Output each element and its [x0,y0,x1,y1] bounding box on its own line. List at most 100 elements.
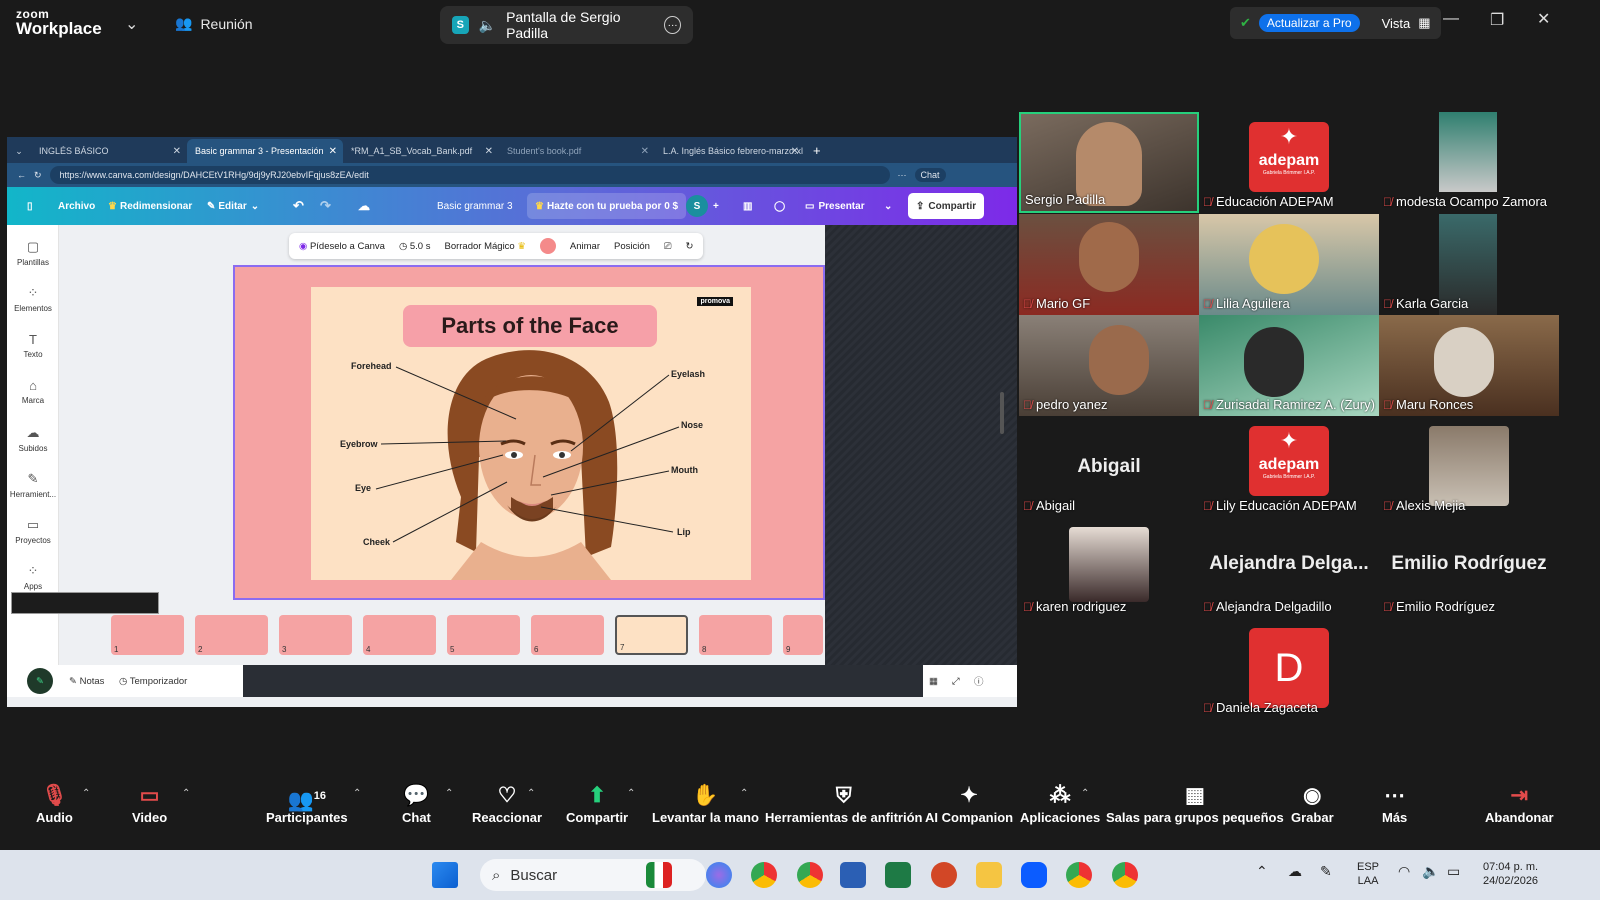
slide-thumbnail[interactable]: 1 [111,615,184,655]
rail-text[interactable]: T Texto [7,332,59,359]
more-options-icon[interactable]: ··· [664,16,681,34]
rail-tools[interactable]: ✎ Herramient... [7,471,59,499]
volume-icon[interactable]: 🔈 [1422,864,1439,878]
browser-tab[interactable]: L.A. Inglés Básico febrero-marzo.xl ✕ [655,139,805,163]
redo-icon[interactable]: ↷ [320,187,331,225]
restore-icon[interactable]: ❐ [1490,10,1504,30]
comment-icon[interactable]: ◯ [774,187,785,225]
folder-icon[interactable] [976,862,1002,888]
language-indicator[interactable]: ESP LAA [1357,860,1379,888]
participant-tile[interactable]: ✦ adepam Gabriela Brimmer I.A.P. 🎙̸ Educaci… [1199,112,1379,213]
minimize-icon[interactable]: — [1443,10,1459,28]
chat-button[interactable]: 💬 Chat [402,782,431,825]
browser-tab[interactable]: *RM_A1_SB_Vocab_Bank.pdf ✕ [343,139,499,163]
cloud-icon[interactable]: ☁ [358,187,370,225]
trial-button[interactable]: ♛ Hazte con tu prueba por 0 $ [527,193,687,219]
pen-icon[interactable]: ✎ [1320,864,1332,878]
slide-thumbnail[interactable]: 2 [195,615,268,655]
browser-tab[interactable]: INGLÉS BÁSICO ✕ [31,139,187,163]
share-button[interactable]: ⇪ Compartir [908,193,985,219]
reload-icon[interactable]: ↻ [34,170,42,181]
share-caret-icon[interactable]: ⌃ [627,788,635,799]
participant-tile[interactable]: 🎙̸ Maru Ronces [1379,315,1559,416]
notes-button[interactable]: ✎ Notas [69,676,104,687]
participant-tile[interactable]: 🎙̸ Lilia Aguilera [1199,214,1379,315]
zoom-icon[interactable] [1021,862,1047,888]
menu-icon[interactable]: ··· [898,170,907,180]
new-tab-icon[interactable]: + [805,143,829,163]
browser-tab-active[interactable]: Basic grammar 3 - Presentación ✕ [187,139,343,163]
slide-thumbnail[interactable]: 3 [279,615,352,655]
magic-eraser-button[interactable]: Borrador Mágico ♛ [444,241,525,252]
participant-tile[interactable]: 🎙̸ Alexis Mejia [1379,416,1559,517]
react-caret-icon[interactable]: ⌃ [527,788,535,799]
ask-canva-button[interactable]: ◉ Pídeselo a Canva [299,241,385,252]
chevron-up-icon[interactable]: ⌃ [1256,864,1268,878]
browser-tab[interactable]: Student's book.pdf ✕ [499,139,655,163]
participants-button[interactable]: 👥16 Participantes [266,782,348,825]
rail-brand[interactable]: ⌂ Marca [7,378,59,405]
participant-tile[interactable]: Emilio Rodríguez 🎙̸ Emilio Rodríguez [1379,517,1559,618]
fullscreen-icon[interactable]: ⤢ [952,676,960,687]
slide-thumbnail[interactable]: 6 [531,615,604,655]
participant-tile[interactable]: 🎙̸ modesta Ocampo Zamora [1379,112,1559,213]
flag-icon[interactable] [646,862,672,888]
slide-thumbnail[interactable]: 8 [699,615,772,655]
hand-caret-icon[interactable]: ⌃ [740,788,748,799]
windows-start-icon[interactable] [432,862,458,888]
copilot-chat-button[interactable]: Chat [914,168,946,182]
ai-companion-button[interactable]: ✦ AI Companion [925,782,1013,825]
meeting-info-button[interactable]: 👥 Reunión [175,15,253,32]
user-avatar[interactable]: S [686,195,708,217]
splitter-handle[interactable] [1000,392,1004,434]
battery-icon[interactable]: ▭ [1447,864,1460,878]
rail-templates[interactable]: ▢ Plantillas [7,239,59,267]
chat-caret-icon[interactable]: ⌃ [445,788,453,799]
url-field[interactable]: https://www.canva.com/design/DAHCEtV1RHg… [49,166,890,184]
chrome-icon[interactable] [1066,862,1092,888]
breakout-rooms-button[interactable]: ▦ Salas para grupos pequeños [1106,782,1284,825]
powerpoint-icon[interactable] [931,862,957,888]
record-button[interactable]: ◉ Grabar [1291,782,1334,825]
animate-button[interactable]: Animar [570,241,600,252]
wifi-icon[interactable]: ◠ [1398,864,1410,878]
tab-list-icon[interactable]: ⌄ [7,146,31,163]
help-icon[interactable]: ⓘ [974,674,984,688]
participant-tile[interactable]: 🎙̸ Zurisadai Ramirez A. (Zury) [1199,315,1379,416]
apps-caret-icon[interactable]: ⌃ [1081,788,1089,799]
leave-button[interactable]: ⇥ Abandonar [1485,782,1554,825]
stats-icon[interactable]: ▥ [743,187,752,225]
undo-icon[interactable]: ↶ [293,187,304,225]
participant-tile[interactable]: 🎙̸ karen rodriguez [1019,517,1199,618]
participant-tile[interactable]: ✦ adepam Gabriela Brimmer I.A.P. 🎙̸ Lily Ed… [1199,416,1379,517]
chrome-icon[interactable] [797,862,823,888]
slide-thumbnail[interactable]: 4 [363,615,436,655]
participant-tile[interactable]: 🎙̸ pedro yanez [1019,315,1199,416]
share-screen-button[interactable]: ⬆ Compartir [566,782,628,825]
position-button[interactable]: Posición [614,241,650,252]
video-caret-icon[interactable]: ⌃ [182,788,190,799]
chrome-icon[interactable] [751,862,777,888]
timer-button[interactable]: ◷ Temporizador [119,676,187,687]
audio-caret-icon[interactable]: ⌃ [82,788,90,799]
participants-caret-icon[interactable]: ⌃ [353,788,361,799]
excel-icon[interactable] [885,862,911,888]
participant-tile[interactable]: Abigail 🎙̸ Abigail [1019,416,1199,517]
color-swatch[interactable] [539,238,556,254]
slide-thumbnail-active[interactable]: 7 [615,615,688,655]
word-icon[interactable] [840,862,866,888]
view-button[interactable]: Vista [1382,16,1411,31]
audio-button[interactable]: 🎙 Audio [36,782,73,825]
rail-apps[interactable]: ⁘ Apps [7,563,59,591]
close-icon[interactable]: ✕ [1537,9,1550,29]
grid-view-icon[interactable]: ▦ [929,676,938,687]
taskbar-search[interactable]: ⌕ Buscar [480,859,706,891]
document-title[interactable]: Basic grammar 3 [437,187,513,225]
chevron-down-icon[interactable]: ⌄ [125,14,138,34]
slide-canvas[interactable]: Parts of the Face promova Forehead Eyebr… [233,265,825,600]
participant-tile[interactable]: 🎙̸ Mario GF [1019,214,1199,315]
video-button[interactable]: ▭ Video [132,782,167,825]
copilot-icon[interactable] [706,862,732,888]
rail-elements[interactable]: ⁘ Elementos [7,285,59,313]
chrome-icon[interactable] [1112,862,1138,888]
